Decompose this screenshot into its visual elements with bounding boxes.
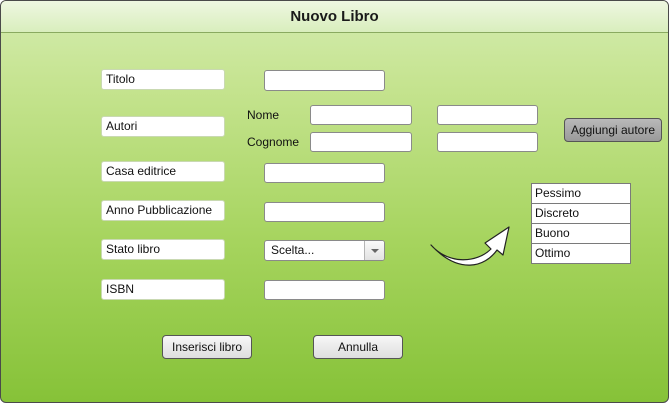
isbn-label: ISBN <box>101 279 225 300</box>
title-bar: Nuovo Libro <box>1 1 668 33</box>
stato-options-list: Pessimo Discreto Buono Ottimo <box>531 183 631 264</box>
isbn-input[interactable] <box>264 280 385 300</box>
casa-editrice-input[interactable] <box>264 163 385 183</box>
casa-editrice-label: Casa editrice <box>101 161 225 182</box>
annulla-button[interactable]: Annulla <box>313 335 403 359</box>
anno-pubblicazione-input[interactable] <box>264 202 385 222</box>
aggiungi-autore-button[interactable]: Aggiungi autore <box>564 118 662 142</box>
autore-1-cognome-input[interactable] <box>310 132 412 152</box>
autore-2-cognome-input[interactable] <box>437 132 538 152</box>
autori-label: Autori <box>101 116 225 137</box>
nome-label: Nome <box>247 108 280 122</box>
chevron-down-icon[interactable] <box>364 241 384 260</box>
option-discreto[interactable]: Discreto <box>532 204 630 224</box>
autore-1-nome-input[interactable] <box>310 105 412 125</box>
stato-libro-selected-value: Scelta... <box>271 243 315 257</box>
titolo-label: Titolo <box>101 69 225 90</box>
nuovo-libro-window: Nuovo Libro Titolo Autori Nome Cognome A… <box>0 0 669 403</box>
titolo-input[interactable] <box>264 70 385 91</box>
inserisci-libro-button[interactable]: Inserisci libro <box>162 335 252 359</box>
anno-pubblicazione-label: Anno Pubblicazione <box>101 200 225 221</box>
stato-libro-select[interactable]: Scelta... <box>264 240 385 261</box>
option-pessimo[interactable]: Pessimo <box>532 184 630 204</box>
window-title: Nuovo Libro <box>290 8 379 25</box>
option-buono[interactable]: Buono <box>532 224 630 244</box>
stato-libro-label: Stato libro <box>101 239 225 260</box>
autore-2-nome-input[interactable] <box>437 105 538 125</box>
option-ottimo[interactable]: Ottimo <box>532 244 630 263</box>
curved-arrow-icon <box>430 226 510 266</box>
cognome-label: Cognome <box>247 135 300 149</box>
